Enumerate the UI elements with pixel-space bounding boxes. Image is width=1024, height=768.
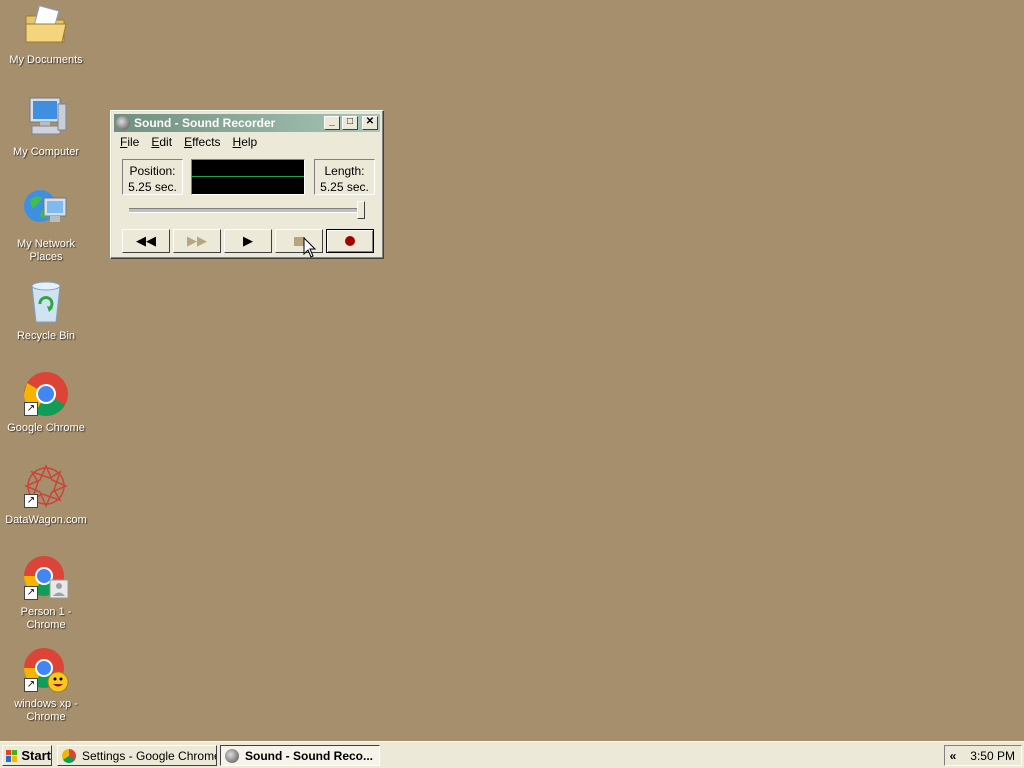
desktop-icon-label: Google Chrome [7,422,85,434]
seek-slider-thumb[interactable] [357,201,365,219]
shortcut-arrow-icon: ↗ [24,402,38,416]
minimize-button[interactable]: _ [324,116,340,130]
desktop-icon-windows-xp-chrome[interactable]: ↗ windows xp - Chrome [0,646,92,724]
desktop-icon-label: My Computer [12,146,80,158]
system-tray: « 3:50 PM [944,745,1022,766]
play-button[interactable]: ▶ [224,229,272,253]
play-icon: ▶ [243,233,253,248]
windows-logo-icon [6,749,18,762]
length-panel: Length: 5.25 sec. [314,159,375,195]
desktop-icon-my-network-places[interactable]: My Network Places [0,186,92,264]
desktop-icon-label: Person 1 - Chrome [20,606,72,631]
record-icon [345,236,355,246]
waveform-display [191,159,305,195]
start-button[interactable]: Start [2,745,52,766]
seek-to-start-button[interactable]: ◀◀ [122,229,170,253]
desktop-icon-my-documents[interactable]: My Documents [0,2,92,67]
waveform-line [192,176,304,177]
sound-recorder-window: Sound - Sound Recorder _ □ ✕ File Edit E… [110,110,384,259]
desktop-icon-recycle-bin[interactable]: Recycle Bin [0,278,92,343]
desktop-icon-google-chrome[interactable]: ↗ Google Chrome [0,370,92,435]
taskbar-button-chrome-settings[interactable]: Settings - Google Chrome [57,745,217,766]
desktop-icon-label: My Network Places [16,238,76,263]
shortcut-arrow-icon: ↗ [24,586,38,600]
window-title: Sound - Sound Recorder [134,116,276,130]
seek-to-end-button[interactable]: ▶▶ [173,229,221,253]
shortcut-arrow-icon: ↗ [24,494,38,508]
computer-icon [22,94,70,142]
speaker-icon [116,116,130,130]
chrome-icon [62,748,76,763]
start-label: Start [21,748,51,763]
desktop-icon-label: Recycle Bin [16,330,76,342]
length-value: 5.25 sec. [320,180,369,194]
desktop-icon-my-computer[interactable]: My Computer [0,94,92,159]
task-label: Settings - Google Chrome [82,748,217,763]
maximize-button[interactable]: □ [342,116,358,130]
position-panel: Position: 5.25 sec. [122,159,183,195]
desktop-icon-label: My Documents [9,54,83,66]
desktop-icon-label: DataWagon.com [5,514,87,526]
taskbar-button-sound-recorder[interactable]: Sound - Sound Reco... [220,745,380,766]
chrome-smiley-icon: ↗ [22,646,70,694]
length-label: Length: [324,164,365,178]
shortcut-arrow-icon: ↗ [24,678,38,692]
menu-file[interactable]: File [114,135,145,149]
show-hidden-icons-chevron[interactable]: « [945,749,961,763]
taskbar: Start Settings - Google Chrome Sound - S… [0,741,1024,768]
mouse-cursor-icon [303,237,317,258]
recycle-bin-icon [22,278,70,326]
fast-forward-icon: ▶▶ [187,233,207,248]
network-places-icon [22,186,70,234]
seek-slider-track[interactable] [129,208,365,213]
menu-help[interactable]: Help [227,135,264,149]
position-label: Position: [129,164,176,178]
desktop-icon-label: windows xp - Chrome [14,698,78,723]
menu-effects[interactable]: Effects [178,135,226,149]
desktop-icon-datawagon[interactable]: ↗ DataWagon.com [0,462,92,527]
record-button[interactable] [326,229,374,253]
menu-edit[interactable]: Edit [145,135,178,149]
position-value: 5.25 sec. [128,180,177,194]
desktop-icon-person-1-chrome[interactable]: ↗ Person 1 - Chrome [0,554,92,632]
speaker-icon [225,748,239,763]
folder-documents-icon [22,2,70,50]
datawagon-icon: ↗ [22,462,70,510]
title-bar[interactable]: Sound - Sound Recorder _ □ ✕ [114,114,380,132]
clock[interactable]: 3:50 PM [961,749,1021,763]
chrome-icon: ↗ [22,370,70,418]
menu-bar: File Edit Effects Help [114,133,380,151]
close-button[interactable]: ✕ [362,116,378,130]
task-label: Sound - Sound Reco... [245,748,373,763]
chrome-person-icon: ↗ [22,554,70,602]
rewind-icon: ◀◀ [136,233,156,248]
